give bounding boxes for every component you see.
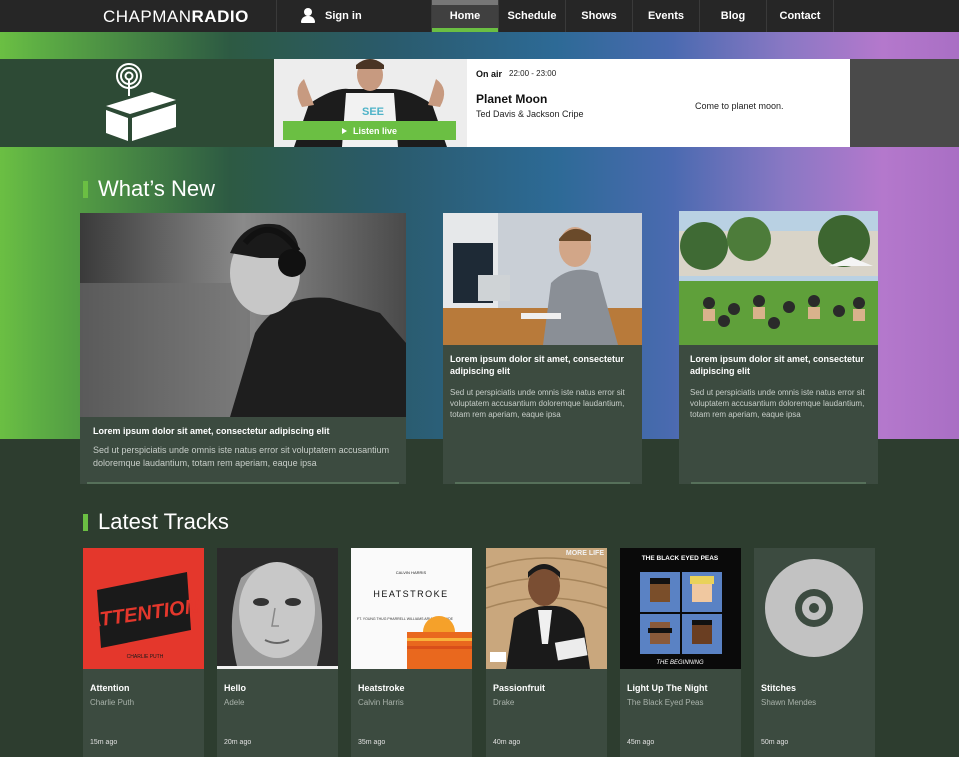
track-5-art-title: THE BEGINNING (656, 660, 704, 666)
svg-text:SEE: SEE (362, 106, 384, 118)
show-hosts: Ted Davis & Jackson Cripe (476, 109, 584, 119)
player-side-panel (850, 59, 959, 147)
track-card-3[interactable]: CALVIN HARRIS HEATSTROKE FT. YOUNG THUG … (351, 548, 472, 757)
on-air-label: On air (476, 69, 503, 79)
track-card-6[interactable]: Stitches Shawn Mendes 50m ago (754, 548, 875, 757)
track-2-time: 20m ago (224, 739, 252, 746)
news-card-2-text: Sed ut perspiciatis unde omnis iste natu… (450, 388, 625, 419)
nav-links: Home Schedule Shows Events Blog Contact (432, 0, 834, 32)
track-3-artist: Calvin Harris (358, 698, 404, 707)
whats-new-heading: What’s New (83, 176, 215, 202)
track-3-title[interactable]: Heatstroke (358, 683, 405, 693)
air-time: 22:00 - 23:00 (509, 69, 557, 78)
listen-live-button[interactable]: Listen live (283, 121, 456, 140)
track-2-title[interactable]: Hello (224, 683, 246, 693)
show-title[interactable]: Planet Moon (476, 92, 547, 106)
track-6-title[interactable]: Stitches (761, 683, 796, 693)
track-card-1[interactable]: ATTENTION CHARLIE PUTH Attention Charlie… (83, 548, 204, 757)
track-2-artist: Adele (224, 698, 245, 707)
track-4-art-title: MORE LIFE (566, 550, 604, 557)
track-1-artist: Charlie Puth (90, 698, 135, 707)
nav-contact[interactable]: Contact (767, 0, 834, 32)
signin-label: Sign in (325, 10, 362, 22)
track-4-time: 40m ago (493, 739, 521, 746)
site-logo[interactable]: CHAPMANRADIO (103, 7, 249, 27)
news-card-3[interactable]: Lorem ipsum dolor sit amet, consectetur … (679, 211, 878, 484)
track-6-time: 50m ago (761, 739, 789, 746)
news-card-1[interactable]: Lorem ipsum dolor sit amet, consectetur … (80, 213, 406, 484)
heading-accent-bar (83, 513, 88, 531)
track-6-artist: Shawn Mendes (761, 698, 817, 707)
logo-bold-text: RADIO (191, 7, 249, 26)
track-3-art-artist: CALVIN HARRIS (396, 570, 427, 575)
latest-tracks-heading-text: Latest Tracks (98, 509, 229, 534)
track-card-2[interactable]: Hello Adele 20m ago (217, 548, 338, 757)
now-playing-card: On air 22:00 - 23:00 Planet Moon Ted Dav… (467, 59, 850, 147)
track-1-art-artist: CHARLIE PUTH (127, 654, 164, 660)
nav-shows[interactable]: Shows (566, 0, 633, 32)
news-card-2-title[interactable]: Lorem ipsum dolor sit amet, consectetur … (450, 353, 635, 377)
track-5-title[interactable]: Light Up The Night (627, 683, 707, 693)
news-card-1-text: Sed ut perspiciatis unde omnis iste natu… (93, 445, 390, 468)
track-5-art-artist: THE BLACK EYED PEAS (642, 555, 719, 562)
track-3-time: 35m ago (358, 739, 386, 746)
whats-new-heading-text: What’s New (98, 176, 215, 201)
news-card-1-footer (87, 482, 399, 484)
news-card-3-title[interactable]: Lorem ipsum dolor sit amet, consectetur … (690, 353, 872, 377)
track-1-title[interactable]: Attention (90, 683, 130, 693)
cd-placeholder-icon (754, 548, 875, 669)
news-card-1-title[interactable]: Lorem ipsum dolor sit amet, consectetur … (93, 425, 393, 437)
signin-button[interactable]: Sign in (276, 0, 432, 32)
news-card-2-footer (455, 482, 630, 484)
nav-blog[interactable]: Blog (700, 0, 767, 32)
track-4-title[interactable]: Passionfruit (493, 683, 545, 693)
radio-tower-icon (106, 63, 176, 141)
track-5-artist: The Black Eyed Peas (627, 698, 704, 707)
news-card-3-text: Sed ut perspiciatis unde omnis iste natu… (690, 388, 865, 419)
heading-accent-bar (83, 180, 88, 198)
user-icon (301, 8, 315, 24)
nav-schedule[interactable]: Schedule (499, 0, 566, 32)
nav-home[interactable]: Home (432, 0, 499, 32)
news-card-3-image (679, 211, 878, 345)
listen-live-label: Listen live (352, 125, 397, 136)
track-1-album-art: ATTENTION CHARLIE PUTH (83, 548, 204, 669)
track-card-5[interactable]: THE BLACK EYED PEAS THE BEGINNING Light … (620, 548, 741, 757)
play-icon (341, 127, 347, 134)
latest-tracks-heading: Latest Tracks (83, 509, 229, 535)
track-5-album-art: THE BLACK EYED PEAS THE BEGINNING (620, 548, 741, 669)
news-card-1-image (80, 213, 406, 417)
news-card-3-footer (691, 482, 866, 484)
logo-light-text: CHAPMAN (103, 7, 192, 26)
top-nav: CHAPMANRADIO Sign in Home Schedule Shows… (0, 0, 959, 32)
track-5-time: 45m ago (627, 739, 655, 746)
track-1-time: 15m ago (90, 739, 118, 746)
track-card-4[interactable]: MORE LIFE Passionfruit Drake 40m ago (486, 548, 607, 757)
nav-events[interactable]: Events (633, 0, 700, 32)
show-description: Come to planet moon. (695, 101, 784, 111)
track-2-album-art (217, 548, 338, 669)
track-3-art-title: HEATSTROKE (373, 589, 448, 599)
track-4-artist: Drake (493, 698, 515, 707)
news-card-2[interactable]: Lorem ipsum dolor sit amet, consectetur … (443, 213, 642, 484)
track-3-album-art: CALVIN HARRIS HEATSTROKE FT. YOUNG THUG … (351, 548, 472, 669)
track-6-album-art (754, 548, 875, 669)
track-4-album-art: MORE LIFE (486, 548, 607, 669)
news-card-2-image (443, 213, 642, 345)
